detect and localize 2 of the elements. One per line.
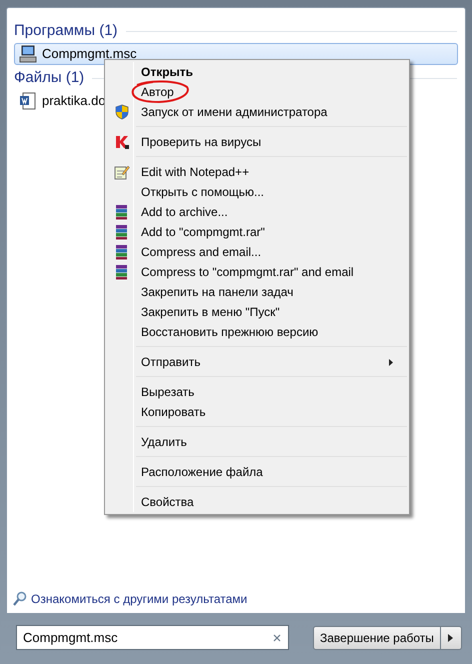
section-title: Программы (1) [14, 21, 118, 41]
section-title: Файлы (1) [14, 68, 84, 88]
